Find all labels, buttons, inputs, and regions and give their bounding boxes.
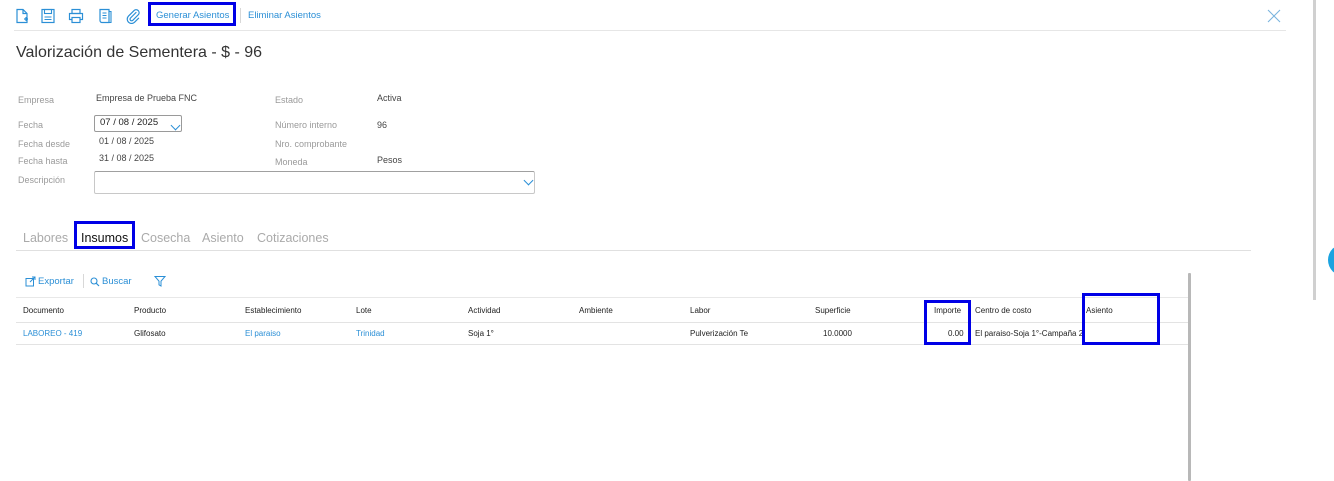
- actividad-cell: Soja 1°: [468, 329, 494, 338]
- importe-cell: 0.00: [948, 329, 964, 338]
- tab-insumos[interactable]: Insumos: [81, 231, 128, 245]
- numero-interno-label: Número interno: [275, 120, 338, 130]
- descripcion-label: Descripción: [18, 175, 66, 185]
- buscar-button[interactable]: Buscar: [90, 276, 132, 287]
- table-row[interactable]: LABOREO - 419 Glifosato El paraiso Trini…: [16, 321, 1190, 345]
- empresa-value: Empresa de Prueba FNC: [96, 93, 198, 103]
- grid-scrollbar[interactable]: [1188, 273, 1191, 481]
- empresa-label: Empresa: [18, 95, 55, 105]
- labor-cell: Pulverización Te: [690, 329, 748, 338]
- centro-costo-cell: El paraiso-Soja 1°-Campaña 2: [975, 329, 1083, 338]
- close-icon[interactable]: [1265, 7, 1283, 25]
- chat-bubble-icon[interactable]: [1328, 244, 1334, 276]
- eliminar-asientos-button[interactable]: Eliminar Asientos: [248, 10, 321, 21]
- column-header[interactable]: Importe: [934, 306, 961, 315]
- buscar-label: Buscar: [102, 276, 132, 287]
- fecha-hasta-label: Fecha hasta: [18, 156, 68, 166]
- establecimiento-link[interactable]: El paraiso: [245, 329, 281, 338]
- tab-asiento[interactable]: Asiento: [202, 231, 244, 245]
- grid-toolbar-divider: [83, 274, 84, 288]
- estado-value: Activa: [377, 93, 402, 103]
- column-header[interactable]: Actividad: [468, 306, 500, 315]
- exportar-label: Exportar: [38, 276, 74, 287]
- column-header[interactable]: Producto: [134, 306, 166, 315]
- estado-label: Estado: [275, 95, 304, 105]
- fecha-desde-value[interactable]: 01 / 08 / 2025: [99, 136, 154, 146]
- lote-link[interactable]: Trinidad: [356, 329, 385, 338]
- tab-cotizaciones[interactable]: Cotizaciones: [257, 231, 329, 245]
- export-icon: [25, 276, 36, 287]
- save-icon[interactable]: [39, 7, 57, 25]
- moneda-label: Moneda: [275, 157, 308, 167]
- tabs-divider: [16, 250, 1251, 251]
- report-icon[interactable]: [96, 7, 114, 25]
- fecha-hasta-value[interactable]: 31 / 08 / 2025: [99, 153, 154, 163]
- column-header[interactable]: Centro de costo: [975, 306, 1031, 315]
- numero-interno-value: 96: [377, 120, 388, 130]
- column-header[interactable]: Establecimiento: [245, 306, 301, 315]
- exportar-button[interactable]: Exportar: [25, 276, 74, 287]
- grid-header: Documento Producto Establecimiento Lote …: [16, 297, 1190, 323]
- page-title: Valorización de Sementera - $ - 96: [16, 44, 263, 61]
- column-header[interactable]: Documento: [23, 306, 64, 315]
- print-icon[interactable]: [67, 7, 85, 25]
- fecha-input-value: 07 / 08 / 2025: [100, 117, 159, 128]
- attachment-icon[interactable]: [124, 7, 142, 25]
- column-header[interactable]: Lote: [356, 306, 372, 315]
- fecha-input[interactable]: 07 / 08 / 2025: [94, 115, 182, 132]
- producto-cell: Glifosato: [134, 329, 166, 338]
- generar-asientos-button[interactable]: Generar Asientos: [156, 10, 229, 21]
- filter-icon[interactable]: [154, 275, 166, 287]
- column-header[interactable]: Asiento: [1086, 306, 1113, 315]
- toolbar-divider-line: [14, 30, 1286, 31]
- column-header[interactable]: Superficie: [815, 306, 851, 315]
- tab-labores[interactable]: Labores: [23, 231, 68, 245]
- tab-cosecha[interactable]: Cosecha: [141, 231, 190, 245]
- new-document-icon[interactable]: [13, 7, 31, 25]
- nro-comprobante-label: Nro. comprobante: [275, 139, 348, 149]
- column-header[interactable]: Ambiente: [579, 306, 613, 315]
- superficie-cell: 10.0000: [823, 329, 852, 338]
- fecha-label: Fecha: [18, 120, 44, 130]
- documento-link[interactable]: LABOREO - 419: [23, 329, 82, 338]
- toolbar-divider: [240, 8, 241, 23]
- moneda-value: Pesos: [377, 155, 403, 165]
- page-scrollbar[interactable]: [1313, 0, 1316, 300]
- column-header[interactable]: Labor: [690, 306, 710, 315]
- search-icon: [90, 276, 100, 286]
- fecha-desde-label: Fecha desde: [18, 139, 71, 149]
- descripcion-input[interactable]: [94, 171, 535, 194]
